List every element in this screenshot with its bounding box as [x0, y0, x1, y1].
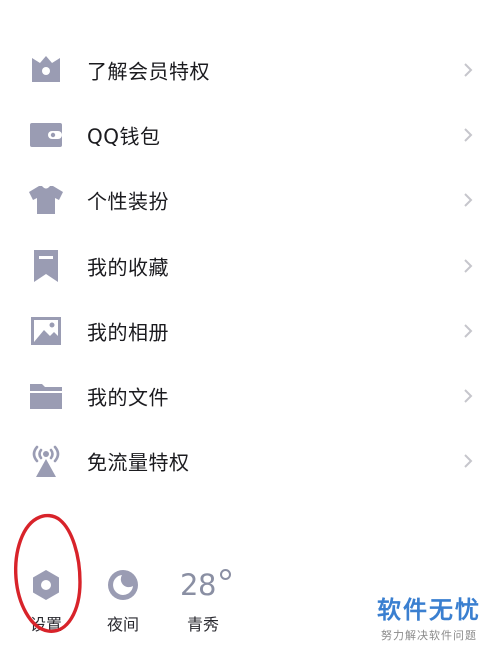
chevron-right-icon — [464, 324, 473, 338]
night-mode-label: 夜间 — [106, 615, 139, 634]
photo-icon — [28, 313, 64, 349]
menu-item-label: 我的相册 — [87, 320, 169, 345]
menu-item-label: 我的收藏 — [87, 255, 169, 280]
tshirt-icon — [28, 182, 64, 218]
chevron-right-icon — [464, 454, 473, 469]
degree-icon — [220, 569, 231, 580]
menu-item-label: QQ钱包 — [87, 124, 161, 149]
bookmark-icon — [28, 248, 64, 284]
menu-item-my-files[interactable]: 我的文件 — [0, 363, 500, 428]
night-mode-button[interactable]: 夜间 — [93, 560, 153, 640]
menu-item-personalization[interactable]: 个性装扮 — [0, 168, 500, 233]
settings-button[interactable]: 设置 — [16, 560, 76, 640]
weather-city: 青秀 — [186, 615, 219, 634]
chevron-right-icon — [464, 62, 473, 77]
menu-item-label: 我的文件 — [87, 385, 169, 410]
crown-icon — [28, 52, 64, 88]
watermark-subtitle: 努力解决软件问题 — [381, 629, 477, 642]
chevron-right-icon — [464, 389, 473, 403]
gear-icon — [33, 570, 59, 600]
folder-icon — [28, 378, 64, 414]
settings-label: 设置 — [29, 615, 62, 634]
chevron-right-icon — [464, 193, 473, 207]
menu-item-label: 免流量特权 — [87, 450, 190, 475]
menu-item-vip-privileges[interactable]: 了解会员特权 — [0, 37, 500, 102]
sidebar-menu: 了解会员特权 QQ钱包 个性装扮 我的收藏 我的相册 我的文件 免流量特权 — [0, 37, 500, 494]
menu-item-qq-wallet[interactable]: QQ钱包 — [0, 102, 500, 167]
menu-item-free-data[interactable]: 免流量特权 — [0, 429, 500, 494]
menu-item-my-album[interactable]: 我的相册 — [0, 298, 500, 363]
menu-item-label: 个性装扮 — [87, 189, 169, 214]
wallet-icon — [28, 117, 64, 153]
antenna-icon — [28, 443, 64, 479]
menu-item-my-favorites[interactable]: 我的收藏 — [0, 233, 500, 298]
weather-temperature: 28 — [180, 568, 216, 602]
qq-sidebar-screen: 了解会员特权 QQ钱包 个性装扮 我的收藏 我的相册 我的文件 免流量特权 设置… — [0, 0, 500, 652]
chevron-right-icon — [464, 258, 473, 273]
weather-widget[interactable]: 28 青秀 — [172, 560, 234, 640]
watermark-title: 软件无忧 — [377, 596, 481, 624]
chevron-right-icon — [464, 128, 473, 142]
moon-icon — [108, 570, 138, 600]
menu-item-label: 了解会员特权 — [87, 59, 210, 84]
watermark-logo: 软件无忧 努力解决软件问题 — [374, 590, 484, 642]
